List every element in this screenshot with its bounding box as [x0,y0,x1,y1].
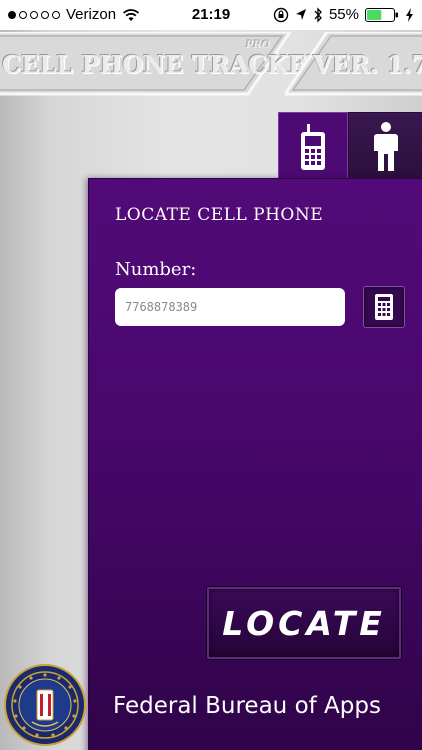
footer-agency-name: Federal Bureau of Apps [113,693,381,719]
phone-number-input[interactable] [115,288,345,326]
location-arrow-icon [295,8,306,20]
panel-heading: LOCATE CELL PHONE [115,205,324,225]
battery-icon [365,7,398,22]
app-title: CELL PHONE TRACKER [2,50,327,79]
battery-percent: 55% [328,6,359,23]
orientation-lock-icon [273,7,289,22]
status-bar: Verizon 21:19 55% [0,0,422,30]
locate-panel: LOCATE CELL PHONE Number: LOCATE Federal… [88,178,422,750]
charging-bolt-icon [406,7,413,22]
keypad-icon [375,294,393,320]
cell-phone-icon [301,123,325,170]
tab-person[interactable] [348,112,422,180]
locate-button[interactable]: LOCATE [207,587,401,659]
title-banner: CELL PHONE TRACKER PRO [0,32,326,96]
person-icon [374,121,398,171]
number-label: Number: [115,259,197,280]
bluetooth-icon [314,6,322,23]
version-label: VER. 1.7 [313,50,422,79]
status-right: 55% [273,6,414,23]
pro-badge: PRO [246,40,271,51]
keypad-button[interactable] [363,286,405,328]
agency-seal-icon [4,664,86,746]
version-banner: VER. 1.7 [285,32,422,96]
tab-cell-phone[interactable] [278,112,348,180]
